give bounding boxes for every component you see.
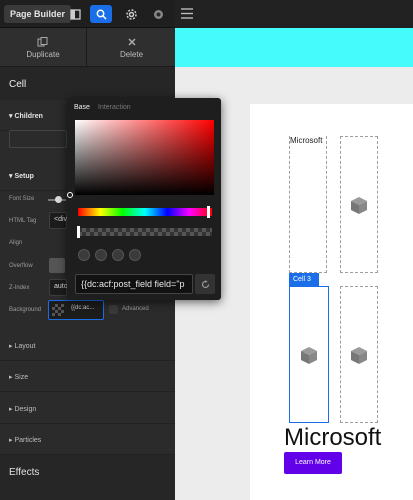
close-icon — [127, 37, 136, 46]
chevron-down-icon: ▾ — [9, 113, 13, 120]
alpha-handle[interactable] — [77, 226, 80, 238]
background-label: Background — [9, 307, 42, 313]
advanced-checkbox[interactable] — [109, 305, 118, 314]
section-size[interactable]: ▸ Size — [0, 361, 175, 392]
reset-button[interactable] — [195, 274, 215, 294]
swatch-1[interactable] — [78, 249, 90, 261]
color-picker-popup: Base Interaction {{dc:acf:post_field fie… — [67, 98, 221, 300]
big-title: Microsoft — [284, 424, 382, 451]
cube-icon — [351, 347, 367, 364]
cyan-section — [175, 28, 413, 67]
slider-handle[interactable] — [55, 196, 62, 203]
tab-interaction[interactable]: Interaction — [98, 104, 131, 111]
children-list[interactable] — [9, 130, 67, 148]
alpha-slider[interactable] — [78, 228, 212, 236]
delete-button[interactable]: Delete — [88, 28, 175, 67]
html-tag-select[interactable]: <div — [49, 212, 67, 229]
swatch-2[interactable] — [95, 249, 107, 261]
background-field[interactable]: {{dc:ac... — [48, 300, 104, 320]
saturation-value-area[interactable] — [75, 120, 214, 195]
learn-more-button[interactable]: Learn More — [284, 452, 342, 474]
background-value: {{dc:ac... — [71, 305, 95, 311]
advanced-label: Advanced — [122, 306, 149, 312]
hamburger-icon[interactable] — [181, 8, 193, 19]
particles-label: Particles — [14, 437, 42, 444]
swatch-3[interactable] — [112, 249, 124, 261]
effects-header[interactable]: Effects — [0, 455, 175, 500]
search-icon[interactable] — [90, 5, 112, 23]
overflow-label: Overflow — [9, 263, 33, 269]
delete-label: Delete — [119, 49, 144, 59]
cell-placeholder-left[interactable] — [289, 136, 327, 273]
layout-label: Layout — [14, 343, 36, 350]
cell-placeholder[interactable] — [340, 286, 378, 423]
section-design[interactable]: ▸ Design — [0, 393, 175, 424]
cube-icon — [301, 347, 317, 364]
duplicate-label: Duplicate — [26, 49, 60, 59]
gear-icon[interactable] — [120, 5, 142, 23]
section-particles[interactable]: ▸ Particles — [0, 424, 175, 455]
cube-icon — [351, 197, 367, 214]
font-size-label: Font Size — [9, 196, 35, 202]
overflow-select[interactable] — [49, 258, 65, 273]
cell-placeholder[interactable] — [340, 136, 378, 273]
top-toolbar: Page Builder — [0, 0, 175, 28]
setup-label: Setup — [14, 173, 34, 180]
action-row: Duplicate Delete — [0, 28, 175, 67]
tab-base[interactable]: Base — [74, 104, 90, 111]
duplicate-button[interactable]: Duplicate — [0, 28, 87, 67]
children-label: Children — [14, 113, 43, 120]
cell-tag[interactable]: Cell 3 — [289, 273, 319, 286]
align-label: Align — [9, 240, 23, 246]
color-cursor[interactable] — [67, 192, 73, 198]
color-value-input[interactable]: {{dc:acf:post_field field="p — [75, 274, 193, 294]
hue-handle[interactable] — [207, 206, 210, 218]
z-index-input[interactable]: auto — [49, 279, 68, 296]
panel-title: Cell — [0, 67, 175, 100]
selected-cell[interactable] — [289, 286, 329, 423]
section-layout[interactable]: ▸ Layout — [0, 330, 175, 361]
reset-icon — [201, 279, 209, 288]
size-label: Size — [14, 374, 29, 381]
page-builder-button[interactable]: Page Builder — [4, 5, 72, 23]
canvas-toolbar — [175, 0, 413, 28]
duplicate-icon — [37, 36, 48, 46]
html-tag-label: HTML Tag — [9, 218, 37, 224]
hue-slider[interactable] — [78, 208, 212, 216]
design-label: Design — [14, 406, 37, 413]
panel-icon[interactable] — [64, 5, 86, 23]
chevron-down-icon: ▾ — [9, 173, 13, 180]
eye-icon[interactable] — [147, 5, 169, 23]
z-index-label: Z-Index — [9, 285, 30, 291]
swatch-4[interactable] — [129, 249, 141, 261]
swatch-preview — [52, 304, 64, 316]
